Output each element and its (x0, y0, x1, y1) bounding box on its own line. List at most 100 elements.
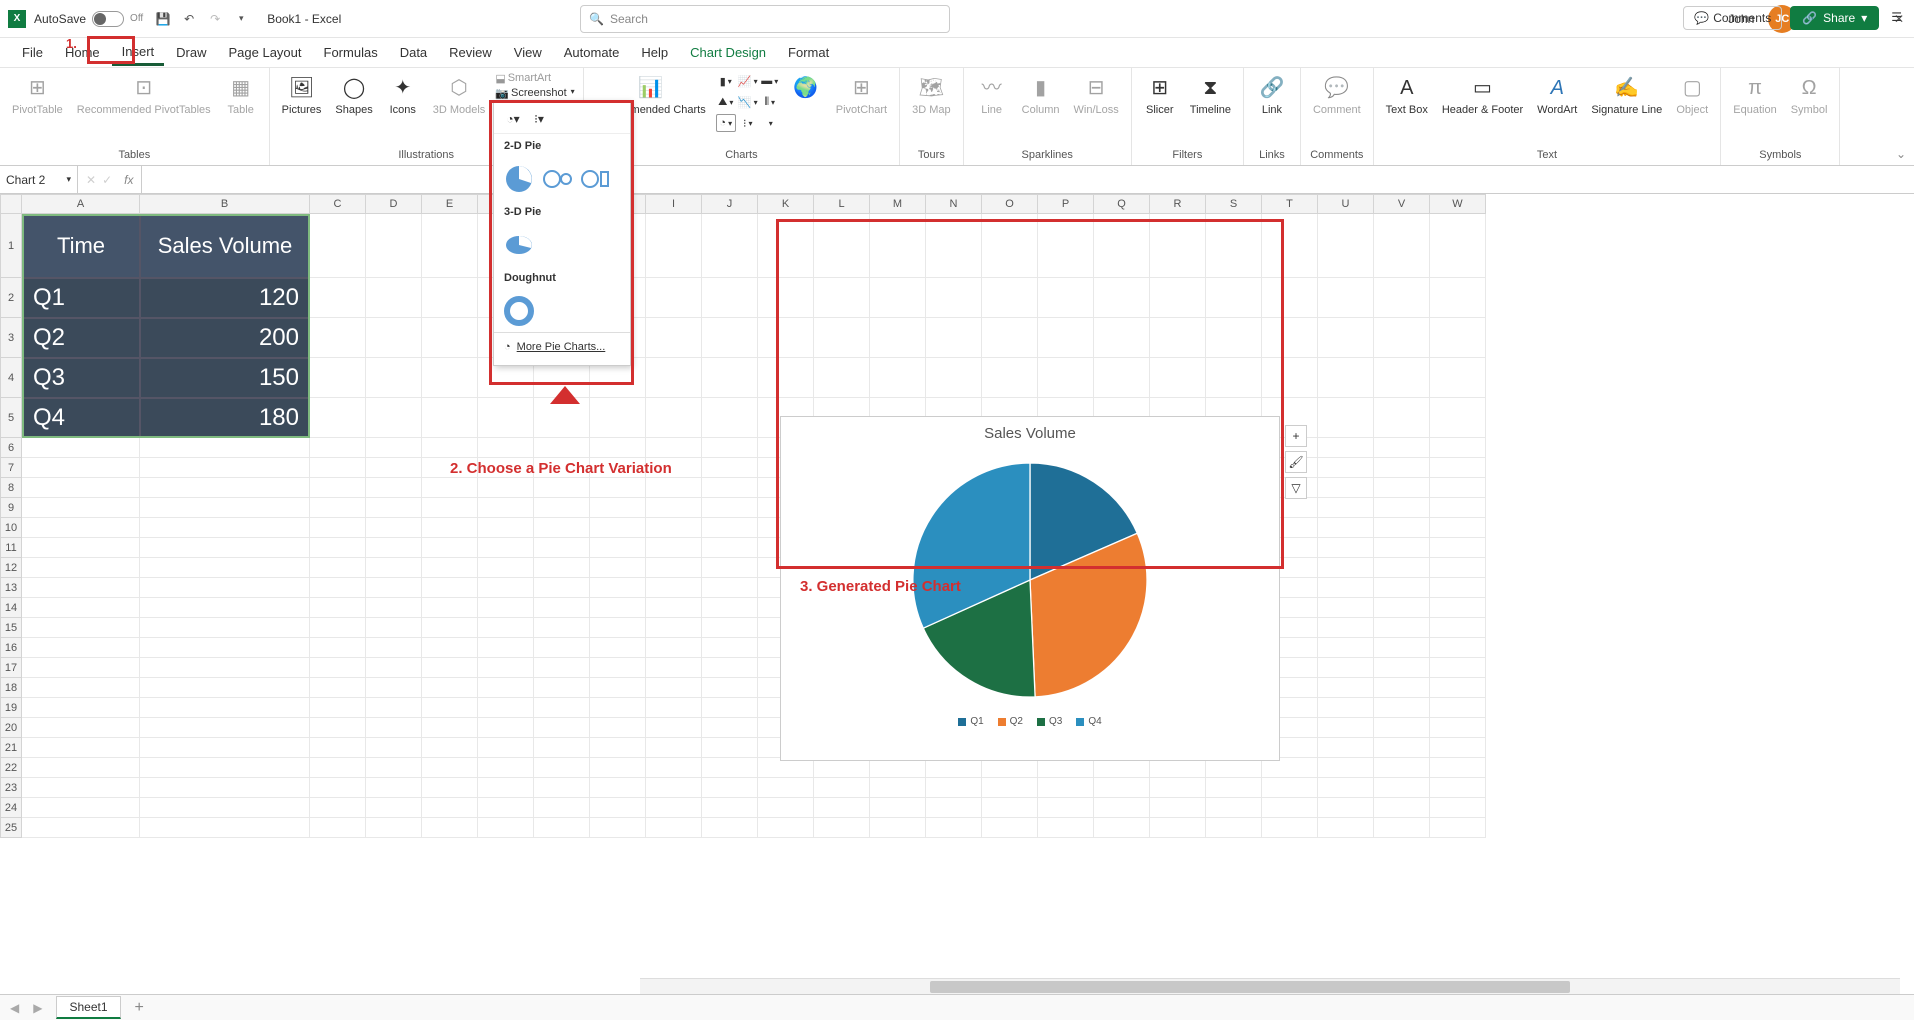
name-box[interactable]: Chart 2▾ (0, 166, 78, 193)
row-header-23[interactable]: 23 (0, 778, 22, 798)
column-chart-button[interactable]: ▮▾ (716, 72, 736, 90)
share-button[interactable]: 🔗 Share ▾ (1790, 6, 1879, 30)
col-header-T[interactable]: T (1262, 194, 1318, 214)
maps-button[interactable]: 🌍 (786, 72, 826, 104)
equation-button[interactable]: πEquation (1729, 72, 1780, 118)
shapes-button[interactable]: ◯Shapes (331, 72, 376, 118)
redo-icon[interactable]: ↷ (207, 11, 223, 27)
comment-button[interactable]: 💬Comment (1309, 72, 1365, 118)
signature-button[interactable]: ✍Signature Line (1587, 72, 1666, 118)
tab-help[interactable]: Help (631, 41, 678, 64)
sheet-prev-icon[interactable]: ◀ (10, 1001, 19, 1015)
smartart-button[interactable]: ⬓ SmartArt (495, 72, 574, 85)
cell-q3-val[interactable]: 150 (140, 358, 310, 398)
col-header-K[interactable]: K (758, 194, 814, 214)
col-header-S[interactable]: S (1206, 194, 1262, 214)
row-header-2[interactable]: 2 (0, 278, 22, 318)
scatter-chart-button[interactable]: ⁝▾ (738, 114, 758, 132)
row-header-16[interactable]: 16 (0, 638, 22, 658)
col-header-E[interactable]: E (422, 194, 478, 214)
maps-chart-button[interactable]: ▾ (760, 114, 780, 132)
select-all-corner[interactable] (0, 194, 22, 214)
col-header-R[interactable]: R (1150, 194, 1206, 214)
row-header-10[interactable]: 10 (0, 518, 22, 538)
object-button[interactable]: ▢Object (1672, 72, 1712, 118)
cell-q2-val[interactable]: 200 (140, 318, 310, 358)
row-header-13[interactable]: 13 (0, 578, 22, 598)
pie-of-pie-option[interactable] (540, 162, 574, 196)
pictures-button[interactable]: 🖼Pictures (278, 72, 326, 118)
sheet-tab[interactable]: Sheet1 (56, 996, 120, 1019)
ribbon-mode-icon[interactable]: ☰ (1887, 6, 1906, 30)
table-button[interactable]: ▦Table (221, 72, 261, 118)
chart-elements-button[interactable]: + (1285, 425, 1307, 447)
tab-review[interactable]: Review (439, 41, 502, 64)
headerfooter-button[interactable]: ▭Header & Footer (1438, 72, 1527, 118)
chart-styles-button[interactable]: 🖌 (1285, 451, 1307, 473)
col-header-D[interactable]: D (366, 194, 422, 214)
col-header-J[interactable]: J (702, 194, 758, 214)
row-header-5[interactable]: 5 (0, 398, 22, 438)
col-header-Q[interactable]: Q (1094, 194, 1150, 214)
tab-view[interactable]: View (504, 41, 552, 64)
formula-input[interactable] (142, 166, 1914, 193)
more-pie-charts-button[interactable]: ◔ More Pie Charts... (494, 332, 630, 361)
row-header-14[interactable]: 14 (0, 598, 22, 618)
tab-insert[interactable]: Insert (112, 40, 165, 66)
pie-small-icon[interactable]: ◔▾ (502, 109, 524, 129)
sparkline-line-button[interactable]: 〰Line (972, 72, 1012, 118)
col-header-P[interactable]: P (1038, 194, 1094, 214)
sheet-next-icon[interactable]: ▶ (33, 1001, 42, 1015)
textbox-button[interactable]: AText Box (1382, 72, 1432, 118)
tab-pagelayout[interactable]: Page Layout (219, 41, 312, 64)
row-header-20[interactable]: 20 (0, 718, 22, 738)
row-header-18[interactable]: 18 (0, 678, 22, 698)
3dmodels-button[interactable]: ⬡3D Models (429, 72, 490, 118)
cell-q4[interactable]: Q4 (22, 398, 140, 438)
tab-chartdesign[interactable]: Chart Design (680, 41, 776, 64)
link-button[interactable]: 🔗Link (1252, 72, 1292, 118)
col-header-V[interactable]: V (1374, 194, 1430, 214)
horizontal-scrollbar[interactable] (640, 978, 1900, 994)
row-header-8[interactable]: 8 (0, 478, 22, 498)
row-header-1[interactable]: 1 (0, 214, 22, 278)
cell-q1-val[interactable]: 120 (140, 278, 310, 318)
enter-formula-icon[interactable]: ✓ (102, 173, 112, 187)
row-header-3[interactable]: 3 (0, 318, 22, 358)
collapse-ribbon-icon[interactable]: ⌄ (1896, 147, 1906, 161)
icons-button[interactable]: ✦Icons (383, 72, 423, 118)
undo-icon[interactable]: ↶ (181, 11, 197, 27)
col-header-U[interactable]: U (1318, 194, 1374, 214)
cancel-formula-icon[interactable]: ✕ (86, 173, 96, 187)
area-chart-button[interactable]: ⛰▾ (716, 93, 736, 111)
row-header-15[interactable]: 15 (0, 618, 22, 638)
symbol-button[interactable]: ΩSymbol (1787, 72, 1832, 118)
pivotchart-button[interactable]: ⊞PivotChart (832, 72, 891, 118)
scatter-small-icon[interactable]: ⁝▾ (528, 109, 550, 129)
col-header-I[interactable]: I (646, 194, 702, 214)
fx-icon[interactable]: fx (124, 173, 133, 187)
pie-2d-option[interactable] (502, 162, 536, 196)
pivottable-button[interactable]: ⊞PivotTable (8, 72, 67, 118)
col-header-A[interactable]: A (22, 194, 140, 214)
col-header-N[interactable]: N (926, 194, 982, 214)
wordart-button[interactable]: AWordArt (1533, 72, 1581, 118)
tab-formulas[interactable]: Formulas (314, 41, 388, 64)
autosave-toggle[interactable]: AutoSave Off (34, 11, 143, 27)
tab-home[interactable]: Home (55, 41, 110, 64)
pie-chart-button[interactable]: ◔▾ (716, 114, 736, 132)
chart-filters-button[interactable]: ▽ (1285, 477, 1307, 499)
row-header-22[interactable]: 22 (0, 758, 22, 778)
chart-object[interactable]: Sales Volume Q1 Q2 Q3 Q4 + 🖌 ▽ (780, 416, 1280, 761)
tab-file[interactable]: File (12, 41, 53, 64)
row-header-19[interactable]: 19 (0, 698, 22, 718)
row-header-11[interactable]: 11 (0, 538, 22, 558)
cell-q1[interactable]: Q1 (22, 278, 140, 318)
cell-q2[interactable]: Q2 (22, 318, 140, 358)
cell-q4-val[interactable]: 180 (140, 398, 310, 438)
scrollbar-thumb[interactable] (930, 981, 1570, 993)
comments-button[interactable]: 💬 Comments (1683, 6, 1782, 30)
col-header-C[interactable]: C (310, 194, 366, 214)
bar-of-pie-option[interactable] (578, 162, 612, 196)
slicer-button[interactable]: ⊞Slicer (1140, 72, 1180, 118)
